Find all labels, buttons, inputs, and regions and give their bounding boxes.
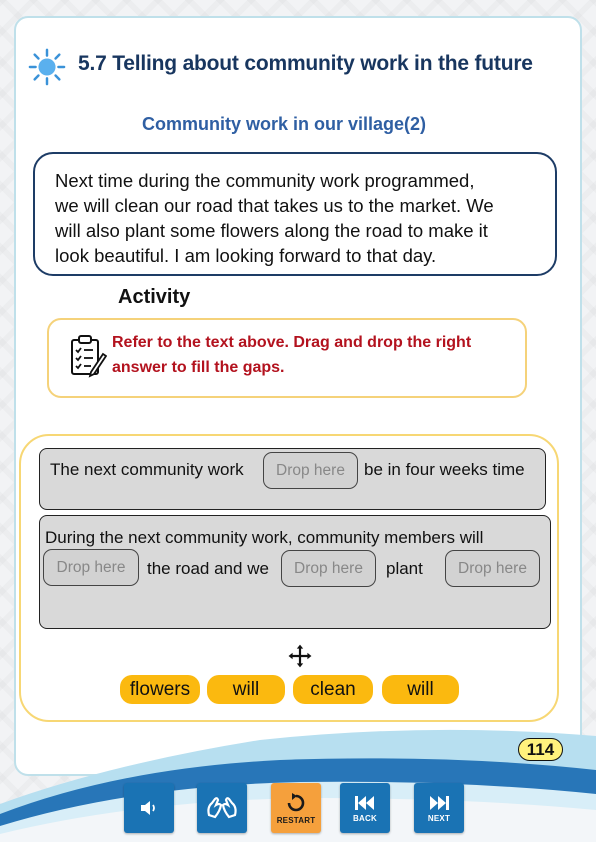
drop-zone-4[interactable]: Drop here	[445, 550, 540, 587]
back-label: BACK	[353, 813, 377, 823]
passage-line: we will clean our road that takes us to …	[55, 195, 494, 216]
sentence-box-2: During the next community work, communit…	[39, 515, 551, 629]
option-chip-will[interactable]: will	[382, 675, 459, 704]
passage-line: look beautiful. I am looking forward to …	[55, 245, 437, 266]
drop-zone-2[interactable]: Drop here	[43, 549, 139, 586]
passage-line: will also plant some flowers along the r…	[55, 220, 488, 241]
sentence-box-1: The next community work Drop here be in …	[39, 448, 546, 510]
sentence-text: be in four weeks time	[364, 460, 525, 479]
sentence-text: The next community work	[50, 460, 244, 479]
rewind-icon	[355, 795, 374, 810]
reading-passage: Next time during the community work prog…	[33, 152, 557, 276]
drop-zone-1[interactable]: Drop here	[263, 452, 358, 489]
audio-button[interactable]	[124, 783, 174, 833]
restart-label: RESTART	[276, 815, 316, 825]
section-subtitle: Community work in our village(2)	[141, 114, 427, 134]
instruction-box: Refer to the text above. Drag and drop t…	[47, 318, 527, 398]
activity-heading: Activity	[118, 286, 191, 308]
fast-forward-icon	[430, 795, 449, 810]
speaker-icon	[141, 801, 155, 815]
sentence-text: plant	[386, 559, 423, 578]
page-title: 5.7 Telling about community work in the …	[78, 52, 533, 75]
option-chip-will[interactable]: will	[207, 675, 285, 704]
restart-button[interactable]: RESTART	[271, 783, 321, 833]
next-label: NEXT	[427, 813, 451, 823]
drop-zone-3[interactable]: Drop here	[281, 550, 376, 587]
sign-language-icon	[207, 797, 237, 819]
restart-icon	[287, 792, 305, 811]
option-chip-flowers[interactable]: flowers	[120, 675, 200, 704]
instruction-line: Refer to the text above. Drag and drop t…	[112, 334, 472, 351]
page-number: 114	[518, 738, 563, 761]
sentence-text: the road and we	[147, 559, 269, 578]
back-button[interactable]: BACK	[340, 783, 390, 833]
clipboard-checklist-icon	[71, 335, 107, 378]
move-icon	[287, 643, 313, 669]
next-button[interactable]: NEXT	[414, 783, 464, 833]
passage-line: Next time during the community work prog…	[55, 170, 475, 191]
option-chip-clean[interactable]: clean	[293, 675, 373, 704]
instruction-line: answer to fill the gaps.	[112, 359, 285, 376]
sun-icon	[28, 48, 66, 86]
sign-language-button[interactable]	[197, 783, 247, 833]
sentence-text: During the next community work, communit…	[45, 528, 484, 547]
instruction-text: Refer to the text above. Drag and drop t…	[112, 330, 512, 380]
